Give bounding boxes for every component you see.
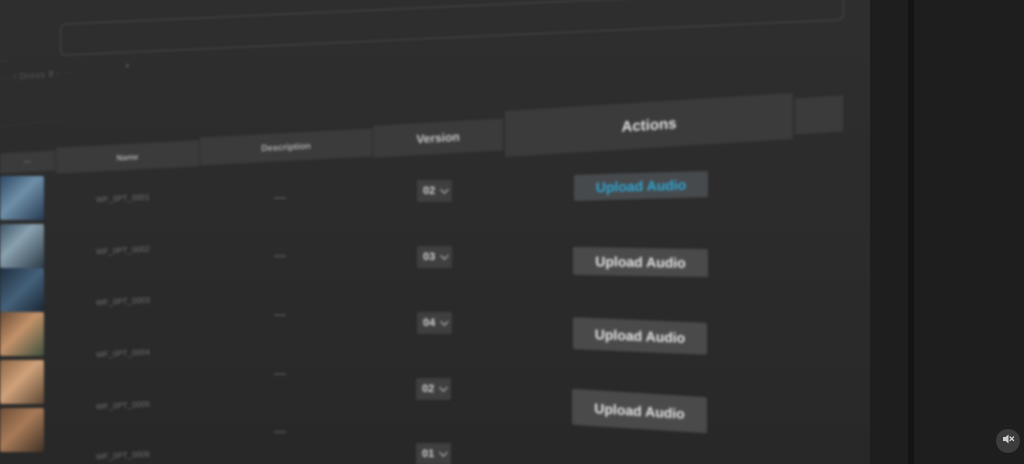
chevron-down-icon	[440, 317, 449, 326]
upload-audio-button[interactable]: Upload Audio	[573, 317, 707, 355]
row-description: —	[274, 424, 286, 438]
page-subtitle: ···	[0, 54, 9, 66]
row-name: WF_0PT_0002	[96, 244, 150, 257]
version-value: 02	[422, 383, 435, 395]
version-select[interactable]: 04	[417, 312, 453, 334]
background-wall	[870, 0, 1024, 464]
version-select[interactable]: 03	[417, 246, 453, 268]
row-thumbnail[interactable]	[0, 360, 44, 404]
row-thumbnail[interactable]	[0, 224, 44, 268]
row-description: —	[274, 248, 286, 262]
row-thumbnail[interactable]	[0, 408, 44, 452]
upload-audio-button[interactable]: Upload Audio	[572, 388, 707, 434]
search-input[interactable]	[60, 0, 844, 56]
row-thumbnail[interactable]	[0, 312, 44, 356]
row-name: WF_0PT_0004	[96, 347, 150, 360]
column-header-name[interactable]: Name	[56, 140, 199, 174]
version-select[interactable]: 02	[416, 378, 452, 400]
row-description: —	[274, 366, 286, 380]
column-header-actions[interactable]: Actions	[505, 92, 793, 158]
chevron-down-icon	[439, 383, 448, 392]
row-name: WF_0PT_0006	[96, 449, 150, 462]
column-header-extra[interactable]	[795, 95, 843, 135]
version-select[interactable]: 02	[417, 180, 453, 202]
row-thumbnail[interactable]	[0, 268, 44, 312]
upload-audio-button[interactable]: Upload Audio	[573, 246, 708, 278]
version-value: 02	[423, 185, 436, 197]
upload-audio-button[interactable]: Upload Audio	[574, 171, 708, 201]
monitor-edge	[908, 0, 914, 464]
column-header-version[interactable]: Version	[373, 118, 503, 158]
column-header-description[interactable]: Description	[200, 128, 372, 166]
version-value: 04	[423, 317, 436, 329]
row-name: WF_0PT_0005	[96, 399, 150, 412]
row-description: —	[274, 190, 286, 204]
breadcrumb[interactable]: ··· / Dress 8 - ···	[0, 67, 74, 83]
app-content: ··· ··· / Dress 8 - ··· ··· ··· ··· ··· …	[0, 0, 870, 464]
row-name: WF_0PT_0001	[96, 192, 150, 205]
chevron-down-icon	[439, 448, 448, 457]
screen-stage: ··· ··· / Dress 8 - ··· ··· ··· ··· ··· …	[0, 0, 1024, 464]
row-name: WF_0PT_0003	[96, 295, 150, 308]
chevron-down-icon	[440, 185, 449, 194]
chevron-down-icon	[440, 251, 449, 260]
version-value: 01	[422, 448, 435, 460]
version-value: 03	[423, 251, 436, 263]
column-header-thumbnail[interactable]: ···	[0, 150, 55, 174]
row-description: —	[274, 307, 286, 321]
mute-button[interactable]	[996, 429, 1020, 453]
volume-mute-icon	[1001, 432, 1015, 451]
filter-summary: ··· ··· ··· ··· ··· ··· ···	[0, 114, 70, 131]
row-thumbnail[interactable]	[0, 176, 44, 220]
separator-dot	[126, 64, 129, 67]
version-select[interactable]: 01	[416, 443, 452, 464]
